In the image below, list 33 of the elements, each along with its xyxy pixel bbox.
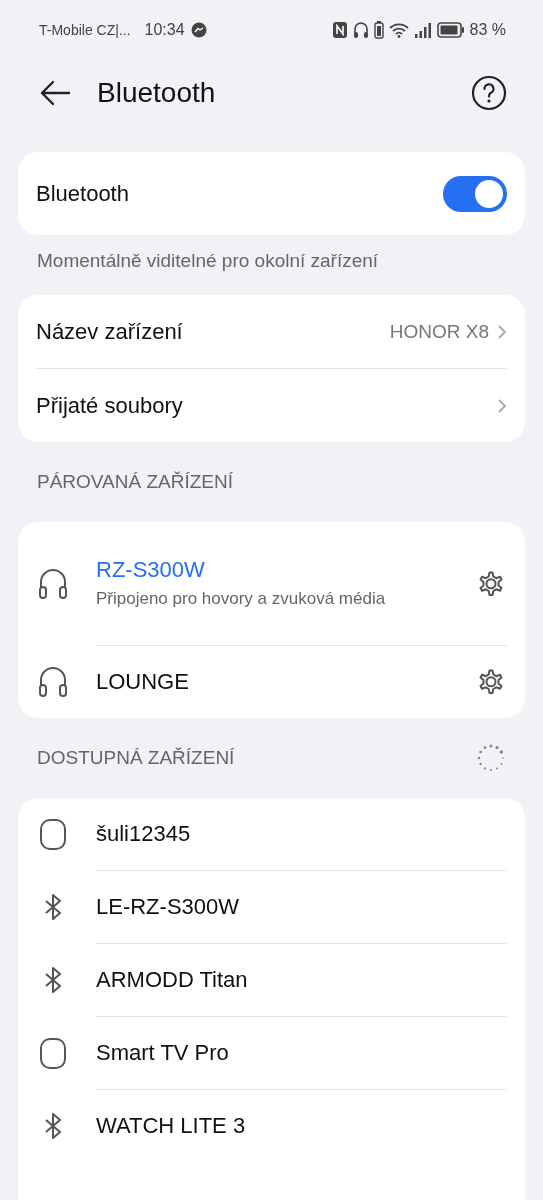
speaker-icon bbox=[37, 818, 69, 850]
setting-label: Bluetooth bbox=[36, 180, 129, 207]
carrier-name: T-Mobile CZ|... bbox=[39, 22, 131, 38]
device-status: Připojeno pro hovory a zvuková média bbox=[96, 589, 386, 610]
wifi-icon bbox=[388, 22, 409, 38]
headphones-icon bbox=[352, 21, 369, 39]
visibility-caption: Momentálně viditelné pro okolní zařízení bbox=[36, 249, 380, 273]
nfc-icon bbox=[331, 21, 348, 39]
messenger-icon bbox=[190, 22, 207, 38]
device-name[interactable]: RZ-S300W bbox=[96, 557, 205, 584]
device-name[interactable]: LE-RZ-S300W bbox=[96, 894, 240, 920]
status-time: 10:34 bbox=[144, 21, 185, 39]
battery-icon bbox=[436, 22, 465, 38]
device-name[interactable]: WATCH LITE 3 bbox=[96, 1113, 246, 1139]
battery-saver-icon bbox=[373, 21, 384, 39]
signal-icon bbox=[413, 22, 432, 38]
setting-label: Název zařízení bbox=[36, 318, 183, 345]
back-arrow-icon[interactable] bbox=[39, 79, 71, 107]
setting-value: HONOR X8 bbox=[389, 320, 489, 343]
device-name[interactable]: Smart TV Pro bbox=[96, 1040, 229, 1066]
toggle-switch[interactable] bbox=[443, 175, 507, 212]
page-title: Bluetooth bbox=[97, 77, 216, 109]
speaker-icon bbox=[37, 1037, 69, 1069]
help-icon[interactable] bbox=[471, 75, 507, 111]
section-heading: PÁROVANÁ ZAŘÍZENÍ bbox=[37, 471, 233, 493]
section-heading: DOSTUPNÁ ZAŘÍZENÍ bbox=[37, 747, 235, 769]
headphones-icon bbox=[37, 567, 69, 600]
headphones-icon bbox=[37, 666, 69, 698]
device-name[interactable]: ARMODD Titan bbox=[96, 967, 248, 993]
device-name[interactable]: šuli12345 bbox=[96, 821, 191, 847]
device-name[interactable]: LOUNGE bbox=[96, 669, 189, 695]
battery-percent: 83 % bbox=[469, 21, 506, 39]
setting-label: Přijaté soubory bbox=[36, 392, 183, 419]
